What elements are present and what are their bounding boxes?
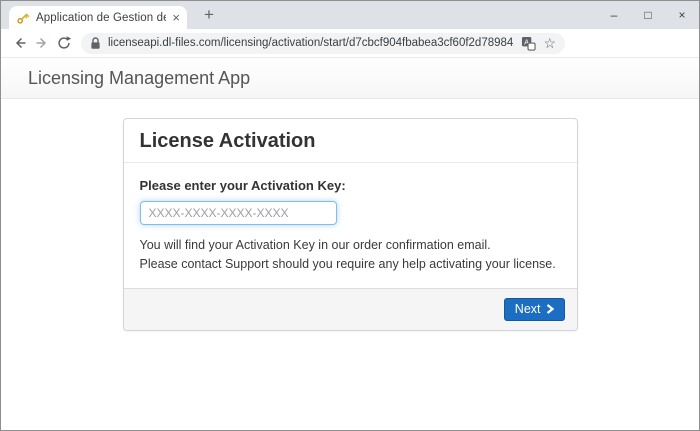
activation-key-label: Please enter your Activation Key: [140,178,561,193]
activation-key-input[interactable] [140,201,337,225]
page-title: Licensing Management App [28,68,250,89]
card-title: License Activation [140,130,561,153]
window-controls: – □ × [597,1,699,29]
help-line-1: You will find your Activation Key in our… [140,236,561,255]
chevron-right-icon [546,304,554,314]
new-tab-icon[interactable]: + [197,4,221,26]
tab-title: Application de Gestion des Licen [36,12,166,24]
web-page: Licensing Management App License Activat… [1,58,699,430]
key-favicon-icon [16,11,30,25]
help-text: You will find your Activation Key in our… [140,236,561,275]
back-icon[interactable] [9,33,31,53]
next-button[interactable]: Next [504,298,565,321]
browser-tab[interactable]: Application de Gestion des Licen × [9,6,187,29]
forward-icon[interactable] [31,33,53,53]
minimize-icon[interactable]: – [597,1,631,29]
help-line-2: Please contact Support should you requir… [140,255,561,274]
tab-close-icon[interactable]: × [172,11,180,24]
card-header: License Activation [124,119,577,163]
license-activation-card: License Activation Please enter your Act… [123,118,578,331]
maximize-icon[interactable]: □ [631,1,665,29]
browser-window: Application de Gestion des Licen × + – □… [0,0,700,431]
card-footer: Next [124,288,577,330]
reload-icon[interactable] [53,33,75,53]
star-icon[interactable]: ☆ [543,36,556,50]
url-bar[interactable]: licenseapi.dl-files.com/licensing/activa… [81,33,565,54]
lock-icon[interactable] [90,37,101,50]
next-button-label: Next [515,302,541,316]
site-navbar: Licensing Management App [1,58,699,99]
browser-toolbar: licenseapi.dl-files.com/licensing/activa… [1,29,699,58]
window-close-icon[interactable]: × [665,1,699,29]
url-text: licenseapi.dl-files.com/licensing/activa… [108,37,514,49]
card-body: Please enter your Activation Key: You wi… [124,163,577,288]
tab-strip: Application de Gestion des Licen × + – □… [1,1,699,29]
translate-icon[interactable]: A [521,36,536,51]
